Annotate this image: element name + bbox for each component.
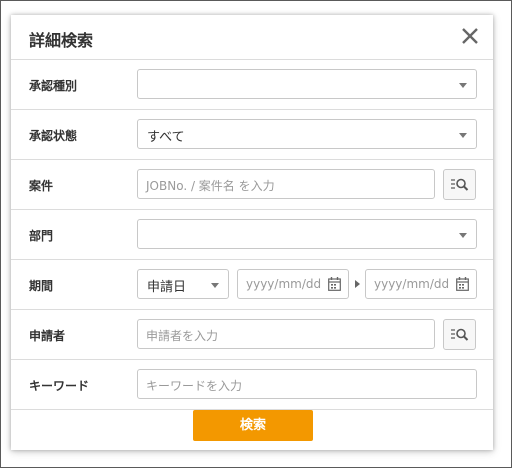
chevron-down-icon: [211, 283, 219, 288]
project-input[interactable]: JOBNo. / 案件名 を入力: [137, 169, 435, 199]
row-keyword: キーワード キーワードを入力: [11, 360, 493, 410]
list-search-icon: [451, 178, 469, 191]
range-arrow-icon: [355, 280, 360, 288]
dialog-header: 詳細検索: [11, 15, 493, 60]
project-lookup-button[interactable]: [443, 169, 476, 200]
applicant-placeholder: 申請者を入力: [146, 329, 219, 343]
period-to-placeholder: yyyy/mm/dd: [374, 277, 450, 291]
approval-status-select[interactable]: すべて: [137, 119, 477, 149]
period-label: 期間: [29, 279, 54, 293]
period-type-select[interactable]: 申請日: [137, 269, 229, 299]
period-to-input[interactable]: yyyy/mm/dd: [365, 269, 477, 299]
calendar-icon[interactable]: [328, 277, 341, 291]
list-search-icon: [451, 328, 469, 341]
approval-status-value: すべて: [147, 130, 185, 145]
close-icon[interactable]: [459, 25, 481, 47]
dialog-title: 詳細検索: [29, 31, 94, 50]
keyword-label: キーワード: [29, 379, 90, 393]
period-type-value: 申請日: [147, 280, 187, 295]
project-placeholder: JOBNo. / 案件名 を入力: [146, 179, 275, 193]
row-period: 期間 申請日 yyyy/mm/dd yyyy/mm/dd: [11, 260, 493, 310]
advanced-search-dialog: 詳細検索 承認種別 承認状態 すべて 案件 JOBNo. / 案件名 を入力 部…: [11, 15, 493, 450]
approval-type-select[interactable]: [137, 69, 477, 99]
project-label: 案件: [29, 179, 54, 193]
chevron-down-icon: [459, 233, 467, 238]
department-select[interactable]: [137, 219, 477, 249]
period-from-input[interactable]: yyyy/mm/dd: [237, 269, 349, 299]
chevron-down-icon: [459, 133, 467, 138]
keyword-placeholder: キーワードを入力: [146, 379, 243, 393]
keyword-input[interactable]: キーワードを入力: [137, 369, 477, 399]
applicant-input[interactable]: 申請者を入力: [137, 319, 435, 349]
department-label: 部門: [29, 229, 54, 243]
approval-status-label: 承認状態: [29, 129, 78, 143]
row-project: 案件 JOBNo. / 案件名 を入力: [11, 160, 493, 210]
applicant-label: 申請者: [29, 329, 66, 343]
search-button[interactable]: 検索: [193, 410, 313, 441]
approval-type-label: 承認種別: [29, 79, 78, 93]
row-department: 部門: [11, 210, 493, 260]
applicant-lookup-button[interactable]: [443, 319, 476, 350]
period-from-placeholder: yyyy/mm/dd: [246, 277, 322, 291]
calendar-icon[interactable]: [456, 277, 469, 291]
row-applicant: 申請者 申請者を入力: [11, 310, 493, 360]
chevron-down-icon: [459, 83, 467, 88]
row-approval-type: 承認種別: [11, 60, 493, 110]
row-approval-status: 承認状態 すべて: [11, 110, 493, 160]
